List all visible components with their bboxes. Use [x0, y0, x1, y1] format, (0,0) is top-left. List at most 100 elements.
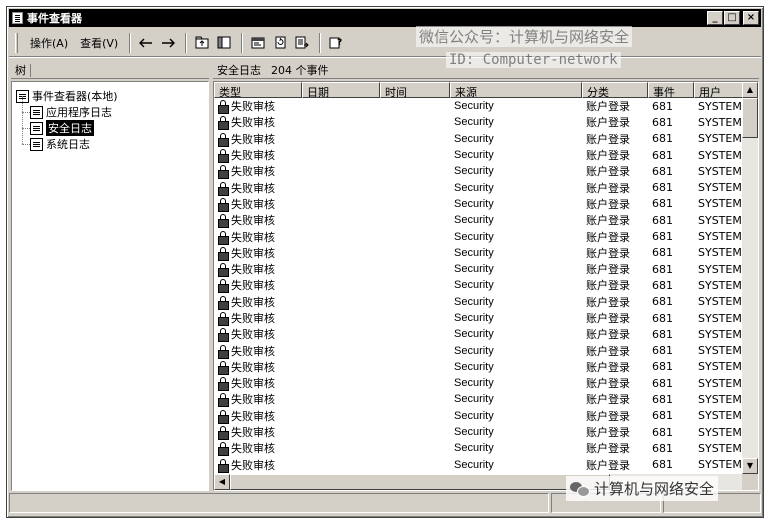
menu-action[interactable]: 操作(A)	[24, 33, 74, 53]
title-bar[interactable]: 事件查看器 _ □ ×	[9, 9, 761, 27]
toolbar-grip[interactable]	[15, 32, 18, 53]
properties-icon[interactable]	[248, 33, 268, 53]
cell-event: 681	[652, 327, 673, 341]
tree-item-security-log[interactable]: 安全日志	[16, 112, 204, 136]
cell-event: 681	[652, 458, 673, 472]
back-icon[interactable]	[136, 33, 156, 53]
cell-type: 失败审核	[214, 310, 302, 326]
cell-category: 账户登录	[586, 263, 630, 277]
col-time-header[interactable]: 时间	[380, 82, 450, 98]
cell-category: 账户登录	[586, 116, 630, 130]
help-icon[interactable]: ?	[326, 33, 346, 53]
cell-source: Security	[454, 312, 494, 324]
cell-type: 失败审核	[214, 294, 302, 310]
cell-type: 失败审核	[214, 114, 302, 131]
tree-tab-label: 树	[15, 64, 31, 77]
horizontal-scroll-thumb[interactable]	[230, 474, 610, 490]
cell-event: 681	[652, 262, 673, 276]
maximize-button[interactable]: □	[724, 11, 740, 25]
table-row[interactable]: 失败审核Security账户登录681SYSTEM	[214, 326, 742, 343]
event-rows: 失败审核 Security 账户登录 681 SYSTEM 失败审核 Security 账户登…	[214, 98, 742, 489]
scroll-up-button[interactable]: ▲	[742, 82, 758, 98]
cell-source: Security	[454, 393, 494, 406]
up-folder-icon[interactable]	[192, 33, 212, 53]
cell-source: Security	[454, 214, 494, 227]
cell-source: Security	[454, 426, 494, 439]
show-hide-tree-icon[interactable]	[214, 33, 234, 53]
toolbar-separator	[319, 32, 322, 53]
table-row[interactable]: 失败审核Security账户登录681SYSTEM	[214, 457, 742, 473]
table-row[interactable]: 失败审核Security账户登录681SYSTEM	[214, 245, 742, 261]
table-row[interactable]: 失败审核Security账户登录681SYSTEM	[214, 408, 742, 424]
table-row[interactable]: 失败审核Security账户登录681SYSTEM	[214, 147, 742, 164]
col-type-header[interactable]: 类型	[214, 82, 302, 98]
col-date-header[interactable]: 日期	[302, 82, 380, 98]
col-source-header[interactable]: 来源	[450, 82, 582, 98]
cell-type: 失败审核	[214, 457, 302, 473]
event-viewer-app-icon	[12, 12, 23, 24]
cell-type: 失败审核	[214, 359, 302, 375]
vertical-scrollbar[interactable]: ▲ ▼	[742, 82, 758, 474]
cell-event: 681	[652, 230, 673, 244]
minimize-button[interactable]: _	[707, 11, 723, 25]
table-row[interactable]: 失败审核Security账户登录681SYSTEM	[214, 98, 742, 115]
table-row[interactable]: 失败审核Security账户登录681SYSTEM	[214, 277, 742, 294]
tree-item-system-log[interactable]: 系统日志	[16, 128, 204, 152]
table-row[interactable]: 失败审核Security账户登录681SYSTEM	[214, 310, 742, 326]
cell-event: 681	[652, 425, 673, 439]
cell-category: 账户登录	[586, 344, 630, 358]
tree-tab[interactable]: 树	[11, 59, 209, 79]
event-type-label: 失败审核	[231, 116, 275, 130]
events-pane: 安全日志 204 个事件 类型 日期 时间 来源 分类 事件 用户 失败审核 Security 账…	[213, 59, 759, 491]
table-row[interactable]: 失败审核Security账户登录681SYSTEM	[214, 375, 742, 392]
tree-item-event-viewer-local[interactable]: 事件查看器(本地)	[16, 88, 204, 104]
export-list-icon[interactable]	[292, 33, 312, 53]
forward-icon[interactable]	[158, 33, 178, 53]
table-row[interactable]: 失败审核Security账户登录681SYSTEM	[214, 424, 742, 441]
scroll-down-button[interactable]: ▼	[742, 458, 758, 474]
table-row[interactable]: 失败审核Security账户登录681SYSTEM	[214, 131, 742, 147]
table-row[interactable]: 失败审核Security账户登录681SYSTEM	[214, 212, 742, 229]
table-row[interactable]: 失败审核Security账户登录681SYSTEM	[214, 196, 742, 212]
cell-event: 681	[652, 392, 673, 406]
table-row[interactable]: 失败审核Security账户登录681SYSTEM	[214, 391, 742, 408]
cell-category: 账户登录	[586, 295, 630, 309]
col-category-header[interactable]: 分类	[582, 82, 648, 98]
cell-category: 账户登录	[586, 132, 630, 146]
table-row[interactable]: 失败审核Security账户登录681SYSTEM	[214, 261, 742, 278]
table-row[interactable]: 失败审核Security账户登录681SYSTEM	[214, 163, 742, 180]
refresh-icon[interactable]	[270, 33, 290, 53]
log-icon	[30, 137, 43, 151]
event-type-label: 失败审核	[231, 263, 275, 277]
cell-source: Security	[454, 132, 494, 145]
failure-audit-lock-icon	[218, 360, 229, 375]
table-row[interactable]: 失败审核Security账户登录681SYSTEM	[214, 342, 742, 359]
cell-source: Security	[454, 279, 494, 292]
toolbar: 操作(A) 查看(V) ?	[9, 29, 761, 57]
table-row[interactable]: 失败审核Security账户登录681SYSTEM	[214, 294, 742, 310]
watermark-account: 微信公众号：计算机与网络安全	[416, 26, 633, 47]
cell-category: 账户登录	[586, 214, 630, 228]
scroll-left-button[interactable]: ◀	[214, 474, 230, 490]
table-row[interactable]: 失败审核Security账户登录681SYSTEM	[214, 179, 742, 196]
cell-category: 账户登录	[586, 181, 630, 195]
event-type-label: 失败审核	[231, 442, 275, 456]
cell-source: Security	[454, 344, 494, 357]
tree-view[interactable]: 事件查看器(本地) 应用程序日志 安全日志 系统日志	[11, 81, 209, 491]
event-type-label: 失败审核	[231, 149, 275, 163]
cell-source: Security	[454, 165, 494, 178]
cell-category: 账户登录	[586, 442, 630, 456]
svg-text:?: ?	[337, 38, 342, 48]
cell-type: 失败审核	[214, 147, 302, 164]
menu-view[interactable]: 查看(V)	[74, 33, 124, 53]
col-event-header[interactable]: 事件	[648, 82, 694, 98]
tree-item-application-log[interactable]: 应用程序日志	[16, 96, 204, 120]
close-button[interactable]: ×	[743, 11, 759, 25]
cell-category: 账户登录	[586, 100, 630, 114]
table-row[interactable]: 失败审核Security账户登录681SYSTEM	[214, 114, 742, 131]
table-row[interactable]: 失败审核Security账户登录681SYSTEM	[214, 440, 742, 457]
vertical-scroll-thumb[interactable]	[742, 98, 758, 138]
events-list[interactable]: 类型 日期 时间 来源 分类 事件 用户 失败审核 Security 账户登录 681 SYSTEM…	[213, 81, 759, 491]
table-row[interactable]: 失败审核Security账户登录681SYSTEM	[214, 359, 742, 375]
table-row[interactable]: 失败审核Security账户登录681SYSTEM	[214, 228, 742, 245]
